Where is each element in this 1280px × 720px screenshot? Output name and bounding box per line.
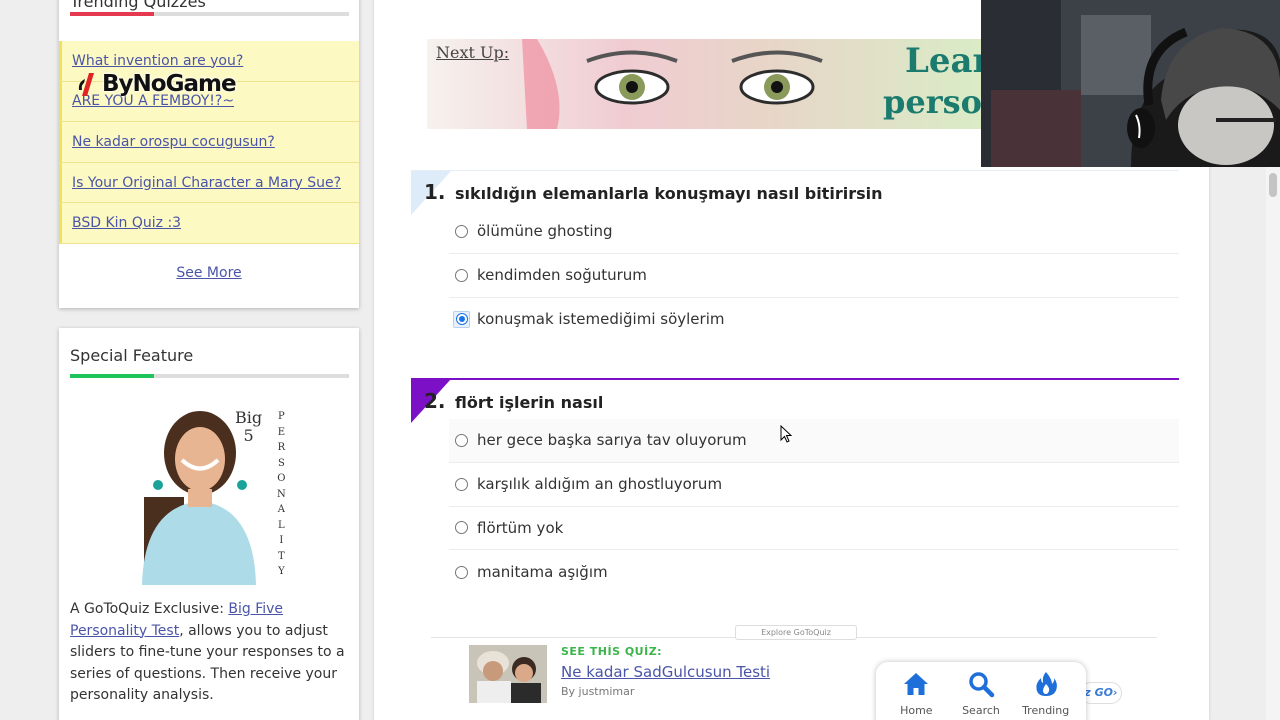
answer-option[interactable]: konuşmak istemediğimi söylerim (449, 298, 1179, 342)
promo-author: By justmimar (561, 685, 635, 698)
image-letter: Y (278, 566, 285, 577)
radio-button[interactable] (455, 521, 468, 535)
answer-options: her gece başka sarıya tav oluyorum karşı… (449, 419, 1179, 594)
list-item: Ne kadar orospu cocugusun? (59, 122, 359, 163)
next-up-title-line2: person (883, 83, 987, 121)
answer-option[interactable]: karşılık aldığım an ghostluyorum (449, 463, 1179, 507)
answer-option[interactable]: flörtüm yok (449, 507, 1179, 551)
search-icon (969, 672, 995, 698)
mouse-cursor-icon (780, 424, 793, 447)
image-letter: L (278, 519, 285, 531)
big-five-image[interactable]: Big 5 P E R S O N A L I T Y (124, 405, 299, 585)
radio-button[interactable] (455, 477, 468, 491)
question-number: 2. (424, 389, 446, 413)
question-header: 2. flört işlerin nasıl (411, 378, 1179, 424)
image-letter: I (279, 535, 284, 546)
question-text: sıkıldığın elemanlarla konuşmayı nasıl b… (455, 184, 883, 203)
radio-button[interactable] (455, 268, 468, 282)
answer-label[interactable]: konuşmak istemediğimi söylerim (477, 310, 725, 328)
image-letter: A (277, 504, 285, 515)
go-button[interactable]: z GO› (1080, 682, 1122, 704)
answer-label[interactable]: ölümüne ghosting (477, 222, 613, 240)
image-letter: R (277, 442, 286, 453)
webcam-overlay (981, 0, 1280, 167)
radio-button[interactable] (455, 224, 468, 238)
five-label: 5 (243, 426, 254, 445)
see-this-quiz-label: SEE THİS QUİZ: (561, 645, 663, 658)
big-label: Big (235, 408, 263, 427)
nav-trending-label: Trending (1022, 704, 1070, 717)
trending-quiz-link[interactable]: BSD Kin Quiz :3 (72, 215, 181, 231)
promo-thumbnail[interactable] (469, 645, 547, 703)
special-feature-description: A GoToQuiz Exclusive: Big Five Personali… (70, 599, 350, 707)
answer-label[interactable]: kendimden soğuturum (477, 266, 647, 284)
list-item: BSD Kin Quiz :3 (59, 203, 359, 244)
promo-quiz-link[interactable]: Ne kadar SadGulcusun Testi (561, 663, 770, 681)
answer-label[interactable]: flörtüm yok (477, 519, 563, 537)
nav-home-label: Home (900, 704, 933, 717)
trending-quizzes-title: Trending Quizzes (70, 0, 206, 11)
image-letter: N (277, 488, 286, 500)
trending-quiz-link[interactable]: What invention are you? (72, 53, 243, 69)
answer-option[interactable]: manitama aşığım (449, 550, 1179, 594)
image-letter: S (277, 457, 285, 469)
radio-button[interactable] (455, 565, 468, 579)
answer-option[interactable]: her gece başka sarıya tav oluyorum (449, 419, 1179, 463)
image-letter: O (277, 473, 286, 484)
answer-option[interactable]: ölümüne ghosting (449, 210, 1179, 254)
answer-options: ölümüne ghosting kendimden soğuturum kon… (449, 210, 1179, 341)
bynogame-logo-icon (76, 70, 98, 98)
title-underline (70, 374, 349, 378)
answer-label[interactable]: manitama aşığım (477, 563, 608, 581)
trending-quizzes-card: Trending Quizzes What invention are you?… (59, 0, 359, 308)
image-letter: T (278, 550, 285, 562)
nav-trending[interactable]: Trending (1017, 670, 1075, 720)
flame-icon (1035, 672, 1057, 696)
image-letter: E (277, 426, 286, 438)
feature-text-before: A GoToQuiz Exclusive: (70, 601, 229, 617)
bynogame-watermark: ByNoGame (76, 70, 237, 98)
question-number: 1. (424, 180, 446, 204)
trending-quiz-link[interactable]: Ne kadar orospu cocugusun? (72, 134, 275, 150)
next-up-title-line1: Lear (905, 41, 987, 81)
explore-gotoquiz-button[interactable]: Explore GoToQuiz (735, 625, 857, 640)
next-up-banner[interactable]: Next Up: Lear person (427, 39, 987, 129)
nav-search[interactable]: Search (952, 670, 1010, 720)
home-icon (904, 673, 929, 695)
question-text: flört işlerin nasıl (455, 393, 604, 412)
bottom-nav: Home Search Trending (876, 662, 1086, 720)
radio-button-selected[interactable] (453, 310, 470, 328)
page-scrollbar[interactable] (1266, 167, 1280, 720)
radio-button[interactable] (455, 433, 468, 447)
answer-label[interactable]: karşılık aldığım an ghostluyorum (477, 475, 722, 493)
trending-quiz-link[interactable]: Is Your Original Character a Mary Sue? (72, 175, 341, 191)
scrollbar-thumb[interactable] (1269, 173, 1277, 197)
see-more-link[interactable]: See More (59, 265, 359, 281)
special-feature-card: Special Feature Big 5 P E R S O N A L I (59, 328, 359, 720)
special-feature-title: Special Feature (70, 346, 194, 365)
answer-label[interactable]: her gece başka sarıya tav oluyorum (477, 431, 747, 449)
image-letter: P (278, 411, 285, 422)
nav-home[interactable]: Home (887, 670, 945, 720)
next-up-label: Next Up: (436, 43, 510, 62)
title-underline (70, 12, 349, 16)
nav-search-label: Search (962, 704, 1000, 717)
watermark-text: ByNoGame (102, 71, 237, 97)
list-item: Is Your Original Character a Mary Sue? (59, 162, 359, 204)
answer-option[interactable]: kendimden soğuturum (449, 254, 1179, 298)
